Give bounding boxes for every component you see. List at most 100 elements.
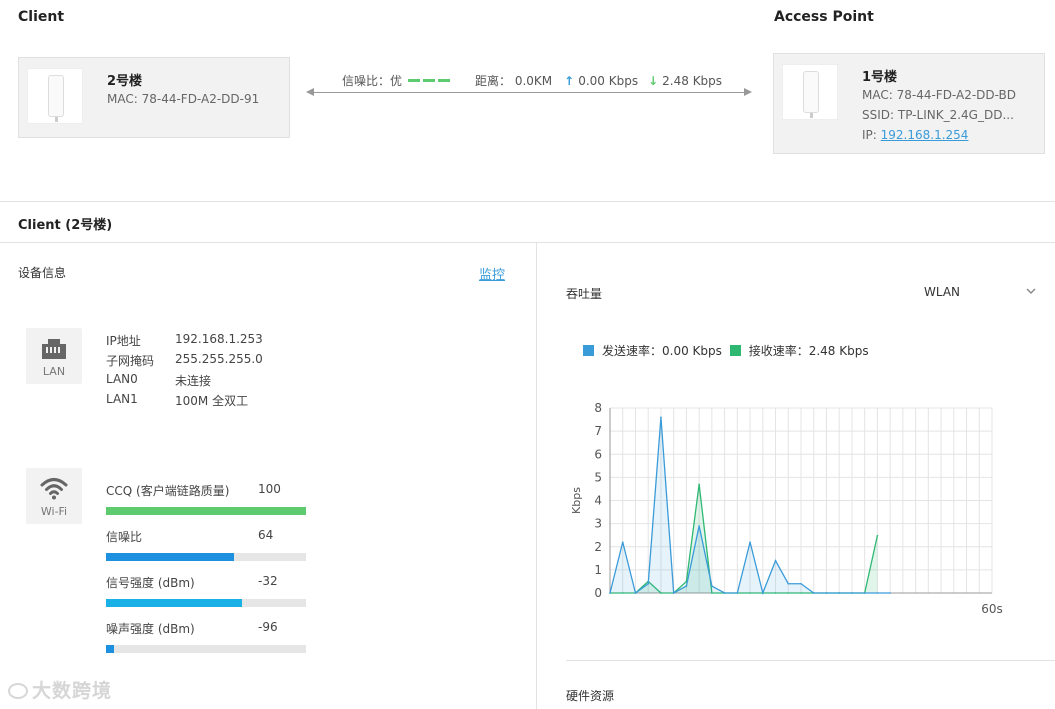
data-point bbox=[749, 541, 751, 543]
wifi-meter-value: 100 bbox=[258, 482, 281, 496]
x-tick-label: 60s bbox=[981, 602, 1003, 616]
data-point bbox=[876, 534, 879, 537]
snr-quality-label: 信噪比：优 bbox=[342, 74, 403, 88]
wifi-meter-track bbox=[106, 645, 306, 653]
client-device-card: 2号楼 MAC: 78-44-FD-A2-DD-91 bbox=[18, 57, 290, 138]
chevron-down-icon bbox=[1026, 288, 1036, 294]
data-point bbox=[838, 592, 840, 594]
link-arrow-left-icon bbox=[306, 88, 314, 96]
data-point bbox=[723, 592, 726, 594]
wifi-meter-fill bbox=[106, 645, 114, 653]
lan-info-key: LAN0 bbox=[106, 372, 138, 386]
y-tick-label: 5 bbox=[594, 470, 602, 484]
section-title: Client (2号楼) bbox=[18, 218, 113, 233]
data-point bbox=[825, 592, 828, 594]
data-point bbox=[711, 585, 713, 587]
data-point bbox=[634, 592, 637, 594]
y-tick-label: 0 bbox=[594, 586, 602, 600]
wifi-meter-fill bbox=[106, 599, 242, 607]
wifi-meter-track bbox=[106, 507, 306, 515]
wifi-icon-caption: Wi-Fi bbox=[40, 505, 68, 518]
client-device-image bbox=[27, 68, 83, 124]
wifi-meter-label: 信号强度 (dBm) bbox=[106, 576, 195, 590]
distance-label: 距离： 0.0KM bbox=[475, 74, 553, 88]
y-axis-label: Kbps bbox=[570, 487, 583, 514]
divider-hardware bbox=[566, 660, 1055, 661]
link-stats: 信噪比：优 距离： 0.0KM ↑ 0.00 Kbps ↓ 2.48 Kbps bbox=[342, 72, 722, 89]
data-point bbox=[698, 483, 700, 486]
chart-legend: 发送速率：0.00 Kbps 接收速率：2.48 Kbps bbox=[583, 342, 869, 359]
wifi-meter-track bbox=[106, 599, 306, 607]
monitor-link[interactable]: 监控 bbox=[479, 264, 505, 283]
data-point bbox=[698, 525, 700, 527]
wifi-meter-value: 64 bbox=[258, 528, 274, 542]
wifi-meter-label: CCQ (客户端链路质量) bbox=[106, 484, 230, 498]
data-point bbox=[787, 582, 790, 585]
divider-section bbox=[0, 242, 1055, 243]
ap-device-card: 1号楼 MAC: 78-44-FD-A2-DD-BD SSID: TP-LINK… bbox=[773, 53, 1045, 154]
ap-device-ip-row: IP: 192.168.1.254 bbox=[862, 128, 968, 142]
legend-send-swatch bbox=[583, 345, 594, 356]
link-line bbox=[310, 92, 748, 93]
data-point bbox=[647, 582, 649, 585]
download-arrow-icon: ↓ bbox=[648, 73, 659, 88]
lan-info-value: 255.255.255.0 bbox=[175, 352, 263, 366]
wifi-meter-value: -96 bbox=[258, 620, 278, 634]
throughput-chart: 0 1 2 3 4 5 6 7 8 Kbps 60s bbox=[570, 401, 1003, 616]
y-tick-label: 3 bbox=[594, 517, 602, 531]
legend-send-label: 发送速率：0.00 Kbps bbox=[602, 344, 722, 358]
data-point bbox=[762, 592, 764, 594]
data-point bbox=[800, 582, 802, 585]
ap-device-name: 1号楼 bbox=[862, 70, 898, 85]
lan-icon-box: LAN bbox=[26, 328, 82, 384]
data-point bbox=[876, 592, 879, 594]
y-tick-label: 1 bbox=[594, 563, 602, 577]
y-tick-label: 7 bbox=[594, 424, 602, 438]
lan-port-icon bbox=[42, 339, 66, 359]
throughput-title: 吞吐量 bbox=[566, 287, 603, 301]
legend-recv-swatch bbox=[729, 345, 741, 356]
ap-device-mac: MAC: 78-44-FD-A2-DD-BD bbox=[862, 88, 1017, 102]
data-point bbox=[609, 592, 611, 594]
y-tick-label: 4 bbox=[594, 494, 602, 508]
watermark-text: 大数跨境 bbox=[32, 680, 113, 702]
data-point bbox=[812, 592, 815, 594]
data-point bbox=[660, 416, 662, 419]
wifi-meter-fill bbox=[106, 553, 234, 561]
wifi-icon-box: Wi-Fi bbox=[26, 468, 82, 524]
interface-select[interactable]: WLAN bbox=[920, 281, 1040, 303]
lan-info-key: IP地址 bbox=[106, 334, 141, 348]
lan-info-value: 100M 全双工 bbox=[175, 394, 249, 408]
ap-device-ssid: SSID: TP-LINK_2.4G_DD... bbox=[862, 108, 1014, 122]
wifi-meter-value: -32 bbox=[258, 574, 278, 588]
lan-icon-caption: LAN bbox=[42, 365, 66, 378]
lan-info-key: LAN1 bbox=[106, 392, 138, 406]
legend-recv-label: 接收速率：2.48 Kbps bbox=[748, 344, 869, 358]
divider-vertical bbox=[536, 242, 537, 709]
y-tick-label: 8 bbox=[594, 401, 602, 415]
divider-top bbox=[0, 201, 1055, 202]
wifi-meter-label: 信噪比 bbox=[106, 530, 143, 544]
watermark-logo: 大数跨境 bbox=[8, 676, 112, 703]
client-title: Client bbox=[18, 9, 65, 25]
wifi-icon bbox=[40, 478, 68, 500]
snr-bars-icon bbox=[408, 79, 453, 82]
data-point bbox=[851, 592, 853, 594]
wifi-meter-label: 噪声强度 (dBm) bbox=[106, 622, 195, 636]
download-rate: 2.48 Kbps bbox=[662, 73, 723, 88]
access-point-title: Access Point bbox=[774, 9, 874, 25]
y-tick-label: 6 bbox=[594, 447, 602, 461]
device-info-title: 设备信息 bbox=[18, 266, 67, 280]
interface-select-value: WLAN bbox=[924, 285, 961, 299]
ap-ip-label: IP: bbox=[862, 128, 881, 142]
hardware-title: 硬件资源 bbox=[566, 689, 615, 703]
lan-info-value: 192.168.1.253 bbox=[175, 332, 263, 346]
ap-ip-link[interactable]: 192.168.1.254 bbox=[881, 128, 969, 142]
lan-info-key: 子网掩码 bbox=[106, 354, 155, 368]
upload-arrow-icon: ↑ bbox=[564, 73, 575, 88]
wifi-meter-fill bbox=[106, 507, 306, 515]
y-tick-label: 2 bbox=[594, 540, 602, 554]
data-point bbox=[863, 592, 866, 594]
link-arrow-right-icon bbox=[744, 88, 752, 96]
data-point bbox=[685, 585, 688, 587]
